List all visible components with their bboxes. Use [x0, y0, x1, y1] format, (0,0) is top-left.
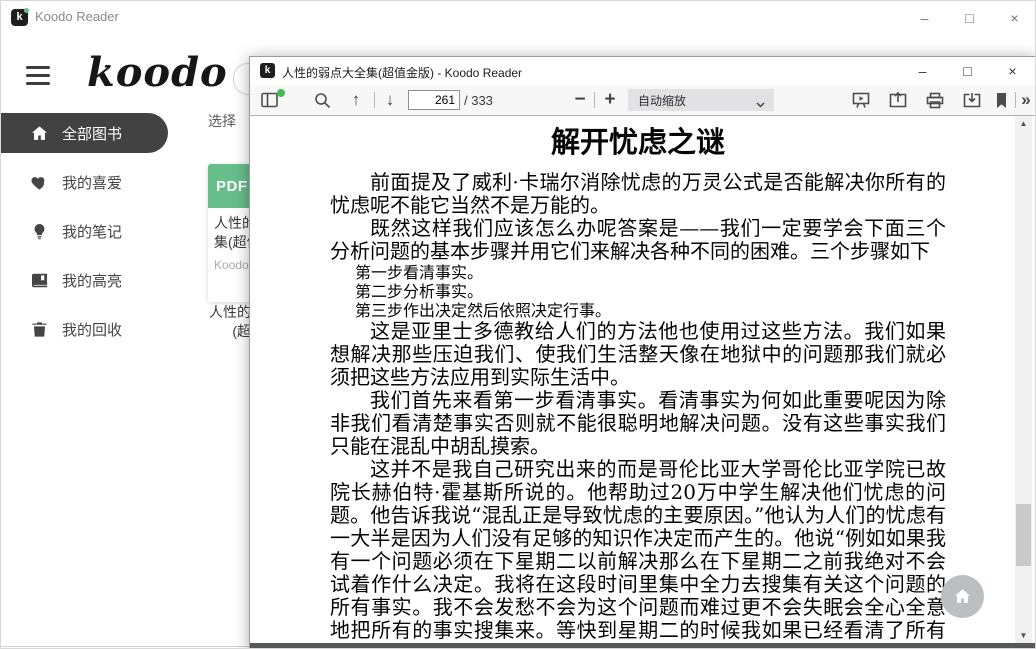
toolbar-separator [374, 92, 375, 108]
scrollbar-thumb[interactable] [1016, 504, 1031, 566]
maximize-button[interactable]: □ [945, 57, 990, 85]
main-window-controls: – □ × [902, 1, 1036, 34]
app-icon-letter: k [16, 11, 22, 23]
paragraph: 前面提及了威利·卡瑞尔消除忧虑的万灵公式是否能解决你所有的忧虑呢不能它当然不是万… [330, 171, 946, 217]
zoom-out-button[interactable]: − [568, 85, 592, 115]
home-icon [953, 587, 972, 606]
paragraph: 既然这样我们应该怎么办呢答案是——我们一定要学会下面三个分析问题的基本步骤并用它… [330, 217, 946, 263]
zoom-select-value: 自动缩放 [638, 92, 686, 109]
zoom-in-button[interactable]: + [598, 85, 622, 115]
main-titlebar: k Koodo Reader – □ × [1, 1, 1036, 34]
close-button[interactable]: × [992, 1, 1036, 34]
more-tools-button[interactable]: » [1018, 85, 1034, 115]
chapter-heading: 解开忧虑之谜 [330, 119, 946, 161]
app-icon-green-dot [24, 8, 29, 13]
search-icon[interactable] [310, 85, 334, 115]
sidebar-item-all-books[interactable]: 全部图书 [1, 113, 168, 153]
page-total: / 333 [464, 93, 493, 108]
reader-window-controls: – □ × [900, 57, 1035, 85]
book-icon [30, 271, 49, 290]
open-file-button[interactable] [885, 85, 911, 115]
close-button[interactable]: × [990, 57, 1035, 85]
sidebar-item-notes[interactable]: 我的笔记 [1, 211, 201, 251]
heart-icon [30, 173, 49, 192]
toolbar-separator [1015, 92, 1016, 108]
reader-titlebar: k 人性的弱点大全集(超值金版) - Koodo Reader – □ × [250, 57, 1035, 85]
screen: k Koodo Reader – □ × koodo 全部图书 我的喜爱 [0, 0, 1036, 649]
sidebar-toggle-button[interactable] [258, 85, 282, 115]
page-number-input[interactable] [408, 90, 460, 110]
toolbar-separator [594, 92, 595, 108]
pdf-page: 解开忧虑之谜 前面提及了威利·卡瑞尔消除忧虑的万灵公式是否能解决你所有的忧虑呢不… [250, 116, 1035, 643]
pdf-toolbar: ↑ ↓ / 333 − + 自动缩放 [250, 85, 1035, 116]
sidebar-item-label: 我的笔记 [62, 221, 122, 242]
sidebar-item-label: 全部图书 [62, 123, 122, 144]
koodo-app-icon: k [11, 9, 28, 26]
reader-app-icon: k [260, 63, 275, 78]
sidebar-item-label: 我的回收 [62, 319, 122, 340]
paragraph: 这是亚里士多德教给人们的方法他也使用过这些方法。我们如果想解决那些压迫我们、使我… [330, 320, 946, 389]
bookmark-button[interactable] [990, 85, 1012, 115]
reader-window-title: 人性的弱点大全集(超值金版) - Koodo Reader [282, 64, 522, 81]
chevron-down-icon [756, 97, 765, 111]
minimize-button[interactable]: – [902, 1, 947, 34]
paragraph: 我们首先来看第一步看清事实。看清事实为何如此重要呢因为除非我们看清楚事实否则就不… [330, 389, 946, 458]
scroll-up-icon[interactable]: ▲ [1015, 116, 1032, 131]
home-icon [30, 124, 49, 143]
previous-page-button[interactable]: ↑ [344, 85, 368, 115]
app-icon-letter: k [265, 65, 271, 76]
select-mode-button[interactable]: 选择 [208, 111, 236, 131]
koodo-logo: koodo [87, 49, 228, 96]
reader-bottom-bar [250, 643, 1035, 649]
menu-icon[interactable] [26, 66, 50, 86]
bulb-icon [30, 222, 49, 241]
sidebar-item-label: 我的高亮 [62, 270, 122, 291]
back-to-library-button[interactable] [941, 575, 984, 618]
print-button[interactable] [922, 85, 948, 115]
next-page-button[interactable]: ↓ [378, 85, 402, 115]
scroll-down-icon[interactable]: ▼ [1015, 628, 1032, 643]
sidebar: 全部图书 我的喜爱 我的笔记 我的高亮 我的回收 [1, 113, 201, 358]
zoom-level-select[interactable]: 自动缩放 [628, 89, 774, 111]
sidebar-item-favorites[interactable]: 我的喜爱 [1, 162, 201, 202]
presentation-mode-button[interactable] [848, 85, 874, 115]
save-file-button[interactable] [959, 85, 985, 115]
minimize-button[interactable]: – [900, 57, 945, 85]
notification-dot [277, 89, 285, 97]
step-line: 第一步看清事实。 [355, 263, 946, 282]
format-badge: PDF [216, 178, 248, 195]
sidebar-item-label: 我的喜爱 [62, 172, 122, 193]
vertical-scrollbar[interactable]: ▲ ▼ [1015, 116, 1032, 643]
step-line: 第二步分析事实。 [355, 282, 946, 301]
step-line: 第三步作出决定然后依照决定行事。 [355, 301, 946, 320]
sidebar-item-highlights[interactable]: 我的高亮 [1, 260, 201, 300]
pdf-page-text: 解开忧虑之谜 前面提及了威利·卡瑞尔消除忧虑的万灵公式是否能解决你所有的忧虑呢不… [330, 116, 946, 643]
sidebar-item-trash[interactable]: 我的回收 [1, 309, 201, 349]
paragraph: 这并不是我自己研究出来的而是哥伦比亚大学哥伦比亚学院已故院长赫伯特·霍基斯所说的… [330, 458, 946, 643]
reader-window: k 人性的弱点大全集(超值金版) - Koodo Reader – □ × ↑ … [249, 56, 1036, 649]
main-window-title: Koodo Reader [35, 9, 119, 24]
trash-icon [30, 320, 49, 339]
maximize-button[interactable]: □ [947, 1, 992, 34]
